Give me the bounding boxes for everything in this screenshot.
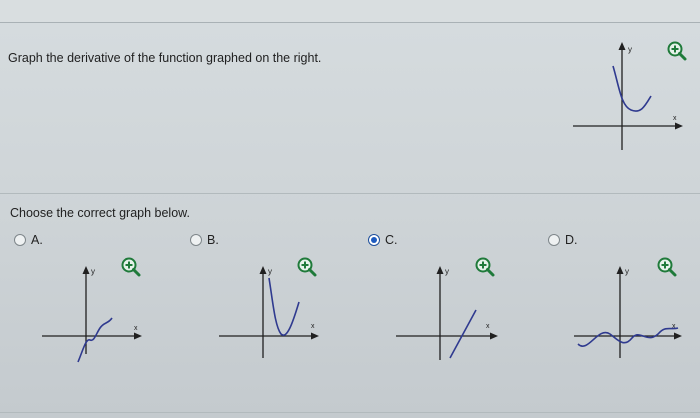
option-a-label: A. [31, 233, 43, 247]
bottom-divider [0, 412, 700, 413]
y-axis-label: y [628, 45, 632, 54]
y-axis-label: y [445, 267, 449, 276]
option-c-radio[interactable] [368, 234, 380, 246]
option-a[interactable]: A. [14, 233, 43, 247]
zoom-icon[interactable] [666, 40, 688, 62]
x-axis-label: x [486, 323, 490, 330]
section-divider [0, 193, 700, 194]
y-axis-label: y [625, 267, 629, 276]
option-b[interactable]: B. [190, 233, 219, 247]
option-a-radio[interactable] [14, 234, 26, 246]
top-strip [0, 0, 700, 23]
option-b-label: B. [207, 233, 219, 247]
option-d[interactable]: D. [548, 233, 578, 247]
x-axis-label: x [311, 323, 315, 330]
zoom-icon[interactable] [656, 256, 678, 278]
option-d-radio[interactable] [548, 234, 560, 246]
y-axis-label: y [268, 267, 272, 276]
option-d-label: D. [565, 233, 578, 247]
option-c[interactable]: C. [368, 233, 398, 247]
question-text: Graph the derivative of the function gra… [8, 51, 322, 65]
zoom-icon[interactable] [120, 256, 142, 278]
zoom-icon[interactable] [296, 256, 318, 278]
zoom-icon[interactable] [474, 256, 496, 278]
choose-prompt: Choose the correct graph below. [10, 206, 190, 220]
option-b-radio[interactable] [190, 234, 202, 246]
option-c-label: C. [385, 233, 398, 247]
question-page: Graph the derivative of the function gra… [0, 0, 700, 418]
y-axis-label: y [91, 267, 95, 276]
x-axis-label: x [673, 115, 677, 122]
x-axis-label: x [134, 325, 138, 332]
